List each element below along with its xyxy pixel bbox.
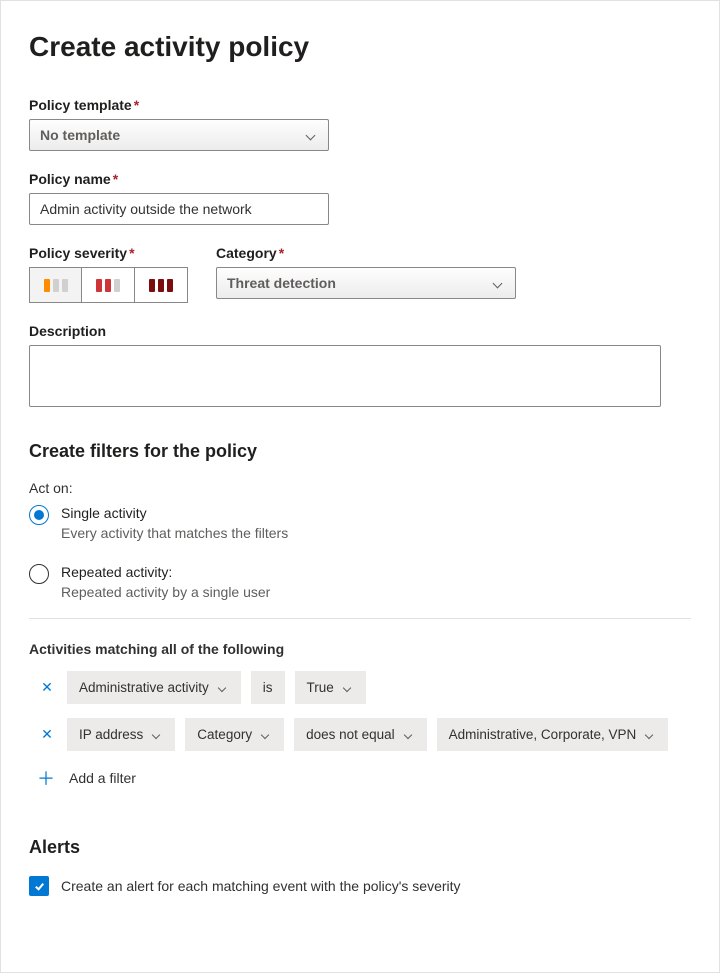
add-filter-button[interactable]: ＋ Add a filter <box>29 765 691 791</box>
policy-severity-label: Policy severity* <box>29 245 188 261</box>
filter-value-select[interactable]: True <box>295 671 366 704</box>
severity-selector <box>29 267 188 303</box>
chevron-down-icon <box>218 684 226 692</box>
remove-filter-button[interactable]: ✕ <box>37 726 57 743</box>
repeated-activity-title: Repeated activity: <box>61 563 270 581</box>
policy-template-select[interactable]: No template <box>29 119 329 151</box>
filter-field-select[interactable]: IP address <box>67 718 175 751</box>
category-label: Category* <box>216 245 516 261</box>
filter-row: ✕ IP address Category does not equal Adm… <box>29 718 691 751</box>
filter-operator-select[interactable]: does not equal <box>294 718 427 751</box>
severity-high-button[interactable] <box>135 267 188 303</box>
filter-value-select[interactable]: Administrative, Corporate, VPN <box>437 718 669 751</box>
page-title: Create activity policy <box>29 31 691 63</box>
create-alert-label: Create an alert for each matching event … <box>61 878 461 894</box>
description-input[interactable] <box>29 345 661 407</box>
chevron-down-icon <box>261 731 269 739</box>
filters-heading: Create filters for the policy <box>29 441 691 462</box>
chevron-down-icon <box>152 731 160 739</box>
plus-icon: ＋ <box>37 765 55 791</box>
single-activity-title: Single activity <box>61 504 288 522</box>
policy-name-input[interactable] <box>29 193 329 225</box>
act-on-single-option[interactable]: Single activity Every activity that matc… <box>29 504 691 541</box>
radio-icon <box>29 564 49 584</box>
act-on-repeated-option[interactable]: Repeated activity: Repeated activity by … <box>29 563 691 600</box>
create-alert-checkbox[interactable] <box>29 876 49 896</box>
category-select[interactable]: Threat detection <box>216 267 516 299</box>
single-activity-sub: Every activity that matches the filters <box>61 525 288 541</box>
policy-name-label: Policy name* <box>29 171 691 187</box>
radio-icon <box>29 505 49 525</box>
filter-field-select[interactable]: Administrative activity <box>67 671 241 704</box>
chevron-down-icon <box>343 684 351 692</box>
check-icon <box>33 880 46 893</box>
remove-filter-button[interactable]: ✕ <box>37 679 57 696</box>
alerts-heading: Alerts <box>29 837 691 858</box>
divider <box>29 618 691 619</box>
matching-heading: Activities matching all of the following <box>29 641 691 657</box>
chevron-down-icon <box>403 731 411 739</box>
severity-medium-button[interactable] <box>82 267 135 303</box>
act-on-label: Act on: <box>29 480 691 496</box>
filter-operator: is <box>251 671 285 704</box>
chevron-down-icon <box>306 130 316 140</box>
description-label: Description <box>29 323 691 339</box>
repeated-activity-sub: Repeated activity by a single user <box>61 584 270 600</box>
chevron-down-icon <box>645 731 653 739</box>
chevron-down-icon <box>493 278 503 288</box>
severity-low-button[interactable] <box>29 267 82 303</box>
filter-row: ✕ Administrative activity is True <box>29 671 691 704</box>
filter-subfield-select[interactable]: Category <box>185 718 284 751</box>
policy-template-label: Policy template* <box>29 97 691 113</box>
